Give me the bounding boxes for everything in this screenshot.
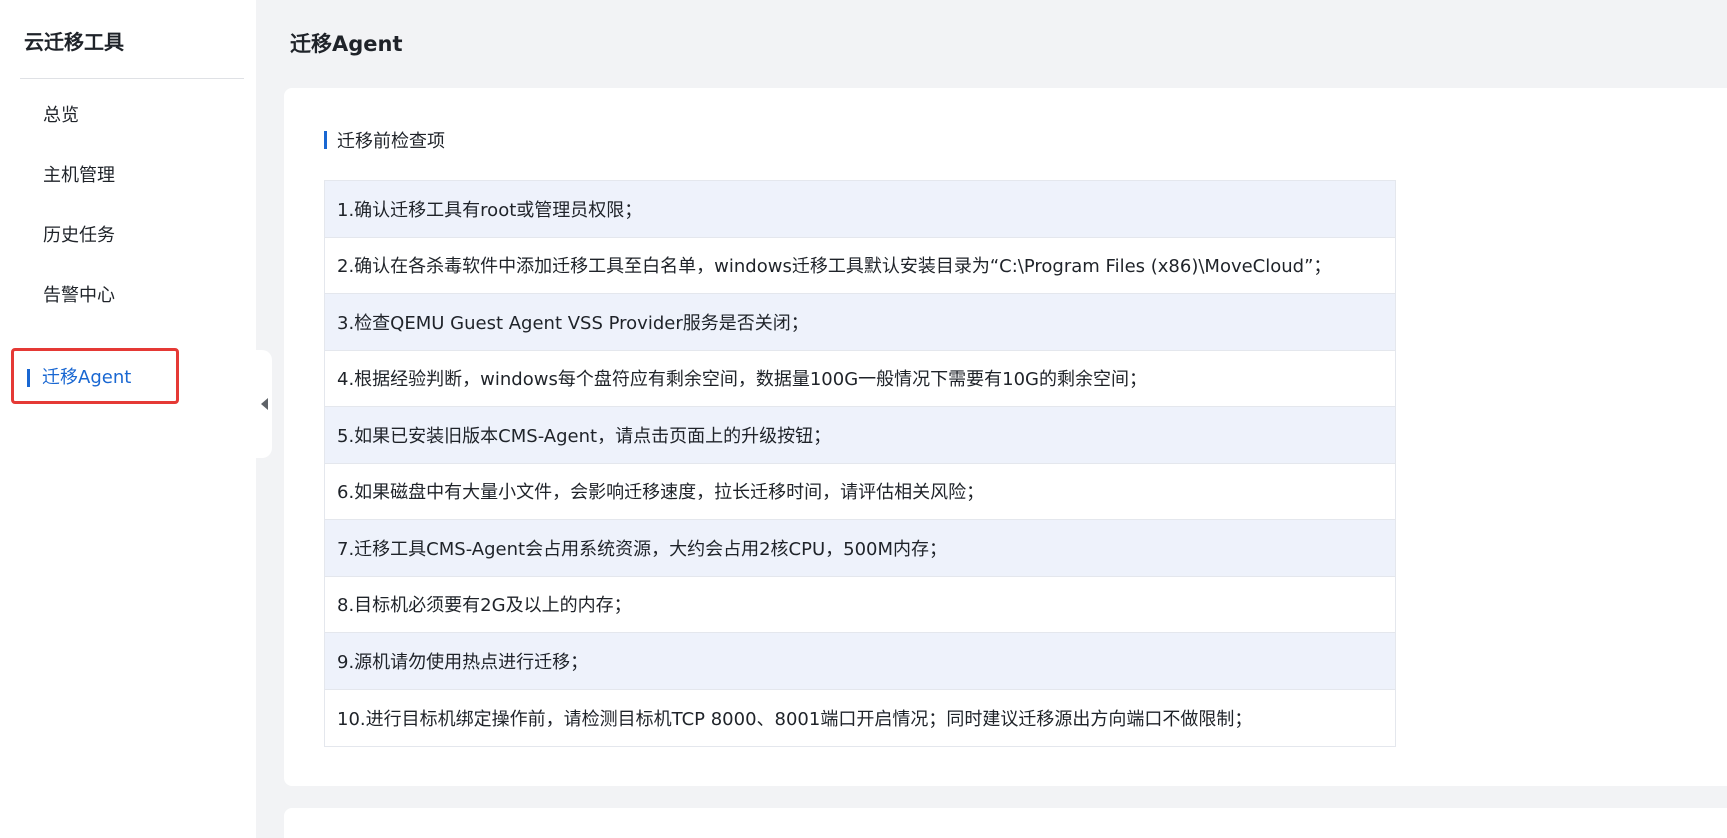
section-header: 迁移前检查项	[324, 128, 445, 152]
sidebar-item-history-tasks[interactable]: 历史任务	[12, 206, 178, 262]
list-item: 1.确认迁移工具有root或管理员权限；	[325, 181, 1395, 238]
active-indicator	[27, 369, 30, 387]
list-item: 8.目标机必须要有2G及以上的内存；	[325, 576, 1395, 633]
sidebar-item-label: 告警中心	[43, 285, 115, 306]
section-title: 迁移前检查项	[337, 131, 445, 152]
sidebar-item-host-management[interactable]: 主机管理	[12, 146, 178, 202]
sidebar-item-label: 迁移Agent	[42, 367, 132, 388]
section-accent-bar	[324, 131, 327, 149]
sidebar-divider	[20, 78, 244, 79]
page-title: 迁移Agent	[290, 32, 403, 56]
list-item: 3.检查QEMU Guest Agent VSS Provider服务是否关闭；	[325, 294, 1395, 351]
list-item: 4.根据经验判断，windows每个盘符应有剩余空间，数据量100G一般情况下需…	[325, 350, 1395, 407]
precheck-list: 1.确认迁移工具有root或管理员权限； 2.确认在各杀毒软件中添加迁移工具至白…	[324, 180, 1396, 747]
sidebar-item-label: 主机管理	[43, 165, 115, 186]
list-item: 10.进行目标机绑定操作前，请检测目标机TCP 8000、8001端口开启情况；…	[325, 689, 1395, 746]
list-item: 7.迁移工具CMS-Agent会占用系统资源，大约会占用2核CPU，500M内存…	[325, 520, 1395, 577]
list-item: 5.如果已安装旧版本CMS-Agent，请点击页面上的升级按钮；	[325, 407, 1395, 464]
sidebar-collapse-button[interactable]	[256, 350, 272, 458]
sidebar-item-alert-center[interactable]: 告警中心	[12, 266, 178, 322]
caret-left-icon	[260, 398, 268, 410]
sidebar-item-overview[interactable]: 总览	[12, 86, 178, 142]
precheck-card: 迁移前检查项 1.确认迁移工具有root或管理员权限； 2.确认在各杀毒软件中添…	[284, 88, 1727, 786]
list-item: 9.源机请勿使用热点进行迁移；	[325, 633, 1395, 690]
sidebar-item-label: 总览	[43, 105, 79, 126]
list-item: 2.确认在各杀毒软件中添加迁移工具至白名单，windows迁移工具默认安装目录为…	[325, 237, 1395, 294]
list-item: 6.如果磁盘中有大量小文件，会影响迁移速度，拉长迁移时间，请评估相关风险；	[325, 463, 1395, 520]
sidebar-item-migration-agent[interactable]: 迁移Agent	[11, 348, 179, 404]
sidebar-title: 云迁移工具	[24, 30, 124, 54]
secondary-card	[284, 808, 1727, 838]
sidebar: 云迁移工具 总览 主机管理 历史任务 告警中心 迁移Agent	[0, 0, 256, 838]
app-root: 云迁移工具 总览 主机管理 历史任务 告警中心 迁移Agent 迁移Agent	[0, 0, 1727, 838]
sidebar-item-label: 历史任务	[43, 225, 115, 246]
